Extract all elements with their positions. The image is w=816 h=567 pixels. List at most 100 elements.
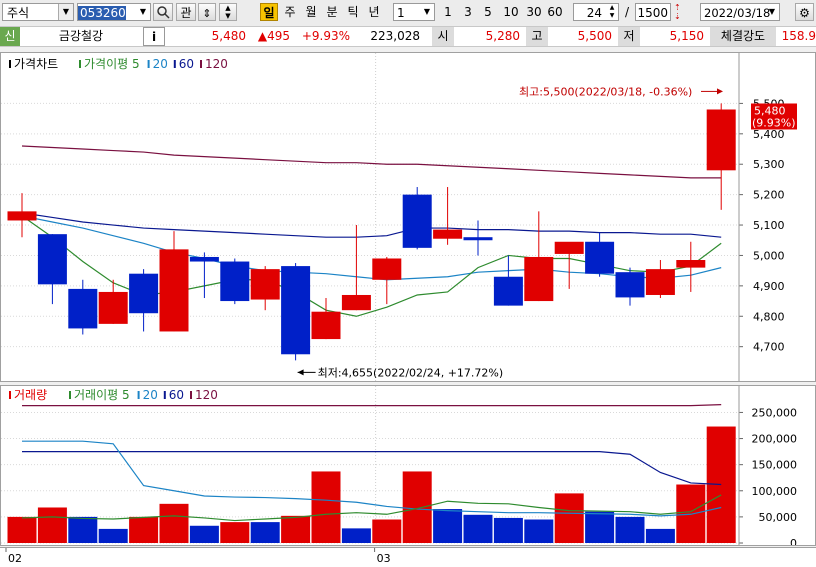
strength-label: 체결강도 bbox=[710, 27, 776, 46]
candle-body bbox=[311, 311, 341, 340]
volume-bar bbox=[372, 519, 402, 543]
price-chart[interactable]: 5,5005,4005,3005,2005,1005,0004,9004,800… bbox=[1, 53, 815, 381]
spinner-icon[interactable]: ▲ ▼ bbox=[606, 4, 618, 20]
quick-unit-10[interactable]: 10 bbox=[501, 3, 521, 21]
total-count-field[interactable]: 1500 bbox=[635, 3, 671, 21]
period-minute[interactable]: 분 bbox=[324, 3, 340, 21]
volume-chart-title: 거래량 bbox=[14, 388, 47, 402]
legend-marker bbox=[163, 391, 166, 399]
chevron-down-icon[interactable]: ▼ bbox=[420, 4, 434, 20]
volume-ma20-line bbox=[22, 440, 722, 517]
quick-unit-3[interactable]: 3 bbox=[461, 3, 475, 21]
gear-icon: ⚙ bbox=[799, 6, 810, 20]
candle-body bbox=[281, 266, 311, 355]
refresh-button[interactable]: ⇕ bbox=[198, 3, 216, 21]
toolbar: 주식 ▼ 053260 ▼ 관 ⇕ ▲ ▼ 일 주 월 분 틱 년 1 ▼ 1 3… bbox=[0, 0, 816, 27]
candle-body bbox=[159, 249, 189, 332]
x-tick-label: 03 bbox=[377, 552, 391, 565]
current-price: 5,480 bbox=[211, 29, 246, 43]
volume-bar bbox=[706, 426, 736, 543]
volume-y-tick-label: 250,000 bbox=[752, 406, 798, 419]
legend-marker bbox=[200, 60, 202, 68]
legend-marker bbox=[190, 391, 192, 399]
candle-body bbox=[341, 294, 371, 311]
volume-y-tick-label: 50,000 bbox=[759, 511, 798, 524]
volume-bar bbox=[493, 517, 523, 543]
quick-unit-30[interactable]: 30 bbox=[524, 3, 544, 21]
candle-body bbox=[585, 241, 615, 274]
arrow-right-icon bbox=[717, 88, 723, 95]
candle-body bbox=[189, 256, 219, 262]
market-select[interactable]: 주식 ▼ bbox=[2, 3, 74, 21]
period-month[interactable]: 월 bbox=[303, 3, 319, 21]
gwan-button[interactable]: 관 bbox=[176, 3, 196, 21]
price-chart-panel[interactable]: 5,5005,4005,3005,2005,1005,0004,9004,800… bbox=[0, 52, 816, 382]
volume-chart[interactable]: 250,000 200,000 150,000 100,000 50,000 0 거래량 거래… bbox=[1, 386, 815, 545]
volume-bar bbox=[7, 516, 37, 543]
volume-value: 223,028 bbox=[370, 29, 420, 43]
candle-body bbox=[524, 256, 554, 302]
chevron-down-icon[interactable]: ▼ bbox=[136, 4, 150, 20]
price-y-tick-label: 4,800 bbox=[753, 310, 785, 323]
volume-chart-panel[interactable]: 250,000 200,000 150,000 100,000 50,000 0 거래량 거래… bbox=[0, 385, 816, 546]
quick-unit-1[interactable]: 1 bbox=[441, 3, 455, 21]
price-y-tick-label: 5,400 bbox=[753, 128, 785, 141]
info-button[interactable]: i bbox=[143, 27, 165, 46]
code-input[interactable]: 053260 ▼ bbox=[77, 3, 151, 21]
market-select-value: 주식 bbox=[7, 6, 30, 20]
volume-bar bbox=[341, 528, 371, 543]
price-y-tick-label: 5,300 bbox=[753, 158, 785, 171]
date-select[interactable]: 2022/03/18 ▼ bbox=[700, 3, 780, 21]
new-badge: 신 bbox=[0, 27, 20, 46]
volume-bar bbox=[554, 493, 584, 543]
scroll-arrows-icon[interactable]: ⇡ ⇣ bbox=[674, 3, 688, 21]
candle-body bbox=[615, 272, 645, 298]
price-change: ▲495 bbox=[257, 29, 290, 43]
price-legend-item: 120 bbox=[205, 57, 228, 71]
volume-y-tick-label: 200,000 bbox=[752, 433, 798, 446]
price-legend-item: 20 bbox=[153, 57, 168, 71]
high-label: 고 bbox=[526, 27, 548, 46]
candle-body bbox=[372, 258, 402, 280]
refresh-icon: ⇕ bbox=[202, 7, 212, 20]
volume-bar bbox=[402, 471, 432, 543]
quick-unit-5[interactable]: 5 bbox=[481, 3, 495, 21]
view-count-value: 24 bbox=[586, 6, 602, 20]
open-label: 시 bbox=[432, 27, 454, 46]
volume-bar bbox=[129, 516, 159, 543]
settings-button[interactable]: ⚙ bbox=[795, 3, 814, 21]
quick-unit-60[interactable]: 60 bbox=[545, 3, 565, 21]
volume-bar bbox=[220, 522, 250, 543]
low-annotation: 최저:4,655(2022/02/24, +17.72%) bbox=[318, 366, 504, 379]
period-year[interactable]: 년 bbox=[366, 3, 382, 21]
up-down-spinner[interactable]: ▲ ▼ bbox=[219, 3, 237, 21]
view-count-input[interactable]: 24 ▲ ▼ bbox=[573, 3, 619, 21]
volume-bar bbox=[159, 503, 189, 543]
candle-body bbox=[402, 194, 432, 248]
x-axis-labels: 02 03 bbox=[5, 548, 391, 565]
volume-legend-item: 120 bbox=[195, 388, 218, 402]
chevron-down-icon[interactable]: ▼ bbox=[58, 4, 73, 20]
candle-body bbox=[250, 269, 280, 300]
volume-legend-item: 60 bbox=[169, 388, 184, 402]
period-day[interactable]: 일 bbox=[260, 3, 278, 21]
period-week[interactable]: 주 bbox=[282, 3, 298, 21]
volume-legend-item: 거래이평 5 bbox=[74, 388, 130, 402]
search-icon bbox=[157, 6, 170, 19]
legend-marker bbox=[69, 391, 71, 399]
date-value: 2022/03/18 bbox=[704, 6, 771, 20]
x-axis: 02 03 bbox=[0, 547, 816, 567]
period-tick[interactable]: 틱 bbox=[345, 3, 361, 21]
search-button[interactable] bbox=[153, 3, 173, 21]
price-y-tick-label: 5,100 bbox=[753, 219, 785, 232]
volume-bar bbox=[311, 471, 341, 543]
legend-marker bbox=[9, 60, 11, 68]
legend-marker bbox=[147, 60, 150, 68]
unit-select[interactable]: 1 ▼ bbox=[393, 3, 435, 21]
candle-body bbox=[706, 109, 736, 171]
last-price-pct: (9.93%) bbox=[752, 116, 796, 129]
candle-body bbox=[676, 260, 706, 268]
chevron-down-icon[interactable]: ▼ bbox=[765, 4, 779, 20]
volume-bar bbox=[585, 511, 615, 543]
price-ma120-line bbox=[21, 145, 722, 179]
